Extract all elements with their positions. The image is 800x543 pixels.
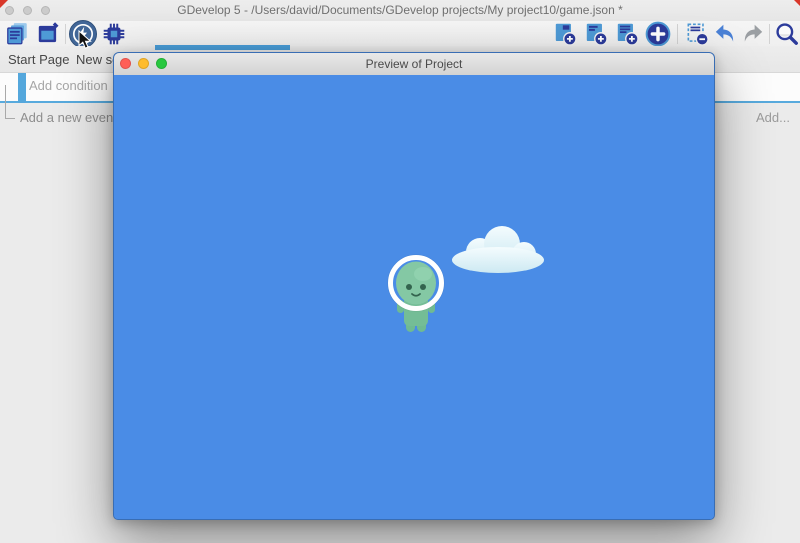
- redo-icon: [740, 21, 766, 47]
- corner-artifact-right: [794, 0, 800, 6]
- add-more-button[interactable]: [645, 21, 671, 47]
- preview-window: Preview of Project: [113, 52, 715, 520]
- preview-minimize-button[interactable]: [138, 58, 149, 69]
- toolbar-separator: [65, 24, 66, 44]
- add-comment-icon: [614, 21, 640, 47]
- add-condition-placeholder[interactable]: Add condition: [29, 78, 108, 93]
- add-new-event-link[interactable]: Add a new event: [20, 110, 117, 125]
- event-tree-line: [5, 118, 15, 119]
- toolbar-separator: [677, 24, 678, 44]
- toolbar-separator: [769, 24, 770, 44]
- debugger-chip-icon: [101, 21, 127, 47]
- scene-editor-icon: [35, 21, 61, 47]
- add-circle-icon: [645, 21, 671, 47]
- preview-title: Preview of Project: [174, 53, 654, 75]
- preview-zoom-button[interactable]: [156, 58, 167, 69]
- preview-titlebar[interactable]: Preview of Project: [114, 53, 714, 76]
- event-selection-bar: [18, 73, 26, 103]
- add-event-icon: [552, 21, 578, 47]
- game-canvas[interactable]: [114, 75, 714, 519]
- search-button[interactable]: [774, 21, 800, 47]
- mouse-cursor: [78, 30, 92, 50]
- cloud-object: [450, 225, 547, 279]
- alien-player-object: [386, 254, 446, 341]
- main-minimize-button[interactable]: [23, 6, 32, 15]
- main-zoom-button[interactable]: [41, 6, 50, 15]
- event-tree-line: [5, 85, 6, 118]
- undo-button[interactable]: [712, 21, 738, 47]
- search-icon: [774, 21, 800, 47]
- remove-event-button[interactable]: [684, 21, 710, 47]
- active-tab-indicator: [155, 45, 290, 50]
- add-sub-event-button[interactable]: [583, 21, 609, 47]
- add-event-button[interactable]: [552, 21, 578, 47]
- tab-start-page[interactable]: Start Page: [8, 46, 69, 73]
- undo-icon: [712, 21, 738, 47]
- preview-close-button[interactable]: [120, 58, 131, 69]
- main-close-button[interactable]: [5, 6, 14, 15]
- project-manager-icon: [4, 21, 30, 47]
- add-action-placeholder[interactable]: Add...: [756, 110, 790, 125]
- main-titlebar: GDevelop 5 - /Users/david/Documents/GDev…: [0, 0, 800, 21]
- add-comment-button[interactable]: [614, 21, 640, 47]
- debugger-button[interactable]: [101, 21, 127, 47]
- add-sub-event-icon: [583, 21, 609, 47]
- redo-button[interactable]: [740, 21, 766, 47]
- project-manager-button[interactable]: [4, 21, 30, 47]
- window-title: GDevelop 5 - /Users/david/Documents/GDev…: [60, 0, 740, 21]
- scene-editor-button[interactable]: [35, 21, 61, 47]
- toolbar: [0, 21, 800, 46]
- remove-event-icon: [684, 21, 710, 47]
